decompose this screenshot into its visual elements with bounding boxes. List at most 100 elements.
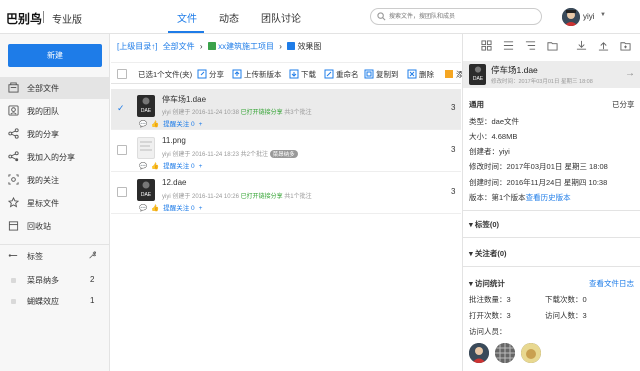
like-icon[interactable]: 👍	[151, 162, 159, 170]
more-button[interactable]: 添	[444, 69, 464, 80]
sidebar-item-starred[interactable]: 星标文件	[0, 192, 110, 214]
file-meta: yiyi 创建于 2016-11-24 18:23 共2个批注 菜昂纳多	[162, 149, 298, 158]
remind-follow[interactable]: 提醒关注 0	[163, 202, 194, 212]
dae-model-icon	[474, 66, 481, 73]
follow-icon	[8, 174, 19, 185]
copy-to-label: 复制到	[376, 70, 399, 79]
sidebar-item-my-team[interactable]: 我的团队	[0, 100, 110, 122]
file-thumbnail	[137, 137, 155, 159]
row-checkbox[interactable]	[117, 187, 127, 197]
row-checkbox[interactable]	[117, 145, 127, 155]
tag-chip[interactable]: 菜昂纳多	[269, 150, 298, 158]
tab-files[interactable]: 文件	[177, 10, 197, 25]
table-row[interactable]: DAE 12.dae yiyi 创建于 2016-11-24 10:26 已打开…	[111, 173, 461, 214]
breadcrumb-project[interactable]: xx建筑施工项目	[218, 42, 274, 51]
divider	[43, 11, 44, 23]
upload-version-label: 上传新版本	[244, 70, 282, 79]
checkmark-icon[interactable]: ✓	[117, 103, 125, 114]
tags-label: 标签	[27, 252, 43, 261]
visitor-avatar[interactable]	[469, 343, 489, 363]
comment-icon[interactable]: 💬	[139, 204, 147, 212]
file-list-panel: [上级目录↑] 全部文件 › xx建筑施工项目 › 效果图 已选1个文件(夹) …	[111, 34, 464, 371]
tag-color-dot	[11, 299, 16, 304]
share-button[interactable]: 分享	[197, 69, 224, 80]
tag-count: 2	[90, 275, 95, 284]
sidebar-item-all-files[interactable]: 全部文件	[0, 77, 110, 99]
row-actions: 💬 👍 提醒关注 0 +	[139, 118, 206, 128]
detail-size: 大小：4.68MB	[469, 132, 518, 141]
upload-icon[interactable]	[598, 40, 609, 51]
user-avatar[interactable]	[562, 8, 580, 26]
arrow-right-icon[interactable]: →	[625, 68, 635, 79]
download-button[interactable]: 下载	[289, 69, 316, 80]
stats-section[interactable]: ▾ 访问统计	[469, 278, 505, 289]
image-preview-icon	[140, 141, 152, 151]
user-name[interactable]: yiyi	[583, 12, 595, 21]
tags-section[interactable]: ▾ 标签(0)	[469, 219, 499, 230]
sidebar-item-trash[interactable]: 回收站	[0, 215, 110, 237]
upload-version-button[interactable]: 上传新版本	[232, 69, 282, 80]
like-icon[interactable]: 👍	[151, 120, 159, 128]
like-icon[interactable]: 👍	[151, 204, 159, 212]
add-icon[interactable]: +	[199, 121, 203, 128]
file-created: yiyi 创建于 2016-11-24 10:26	[162, 194, 239, 200]
download-folder-icon[interactable]	[547, 40, 558, 51]
tag-count: 1	[90, 296, 95, 305]
tab-team-discussion[interactable]: 团队讨论	[261, 10, 301, 25]
grid-view-icon[interactable]	[481, 40, 492, 51]
breadcrumb: [上级目录↑] 全部文件 › xx建筑施工项目 › 效果图	[117, 41, 324, 52]
followers-section[interactable]: ▾ 关注者(0)	[469, 248, 507, 259]
breadcrumb-sep: ›	[199, 42, 203, 51]
remind-follow[interactable]: 提醒关注 0	[163, 118, 194, 128]
share-status: 已打开链接分享	[240, 194, 283, 200]
breadcrumb-up[interactable]: [上级目录↑]	[117, 42, 157, 51]
sidebar-item-my-shares[interactable]: 我的分享	[0, 123, 110, 145]
copy-to-button[interactable]: 复制到	[364, 69, 399, 80]
new-folder-icon[interactable]	[620, 40, 631, 51]
visitor-avatar[interactable]	[495, 343, 515, 363]
divider	[463, 266, 640, 267]
download-label: 下载	[301, 70, 316, 79]
dae-model-icon	[142, 97, 150, 105]
file-thumbnail: DAE	[137, 95, 155, 117]
app-logo[interactable]: 巴别鸟	[6, 10, 42, 27]
list-view-icon[interactable]	[503, 40, 514, 51]
comment-icon[interactable]: 💬	[139, 162, 147, 170]
shared-status: 已分享	[612, 100, 635, 109]
table-row[interactable]: 11.png yiyi 创建于 2016-11-24 18:23 共2个批注 菜…	[111, 131, 461, 172]
file-name[interactable]: 停车场1.dae	[162, 94, 206, 105]
general-section-title: 通用	[469, 100, 484, 109]
remind-follow[interactable]: 提醒关注 0	[163, 160, 194, 170]
star-add-icon	[445, 70, 453, 78]
comment-count: 共1个批注	[284, 194, 312, 200]
select-all-checkbox[interactable]	[117, 69, 127, 79]
version-history-link[interactable]: 查看历史版本	[526, 193, 571, 202]
breadcrumb-all-files[interactable]: 全部文件	[163, 42, 195, 51]
table-row[interactable]: ✓ DAE 停车场1.dae yiyi 创建于 2016-11-24 10:38…	[111, 89, 461, 130]
file-name[interactable]: 12.dae	[162, 178, 186, 187]
search-box[interactable]	[370, 8, 542, 25]
sidebar-tag-item[interactable]: 菜昂纳多 2	[0, 269, 110, 291]
comment-icon[interactable]: 💬	[139, 120, 147, 128]
sidebar-item-joined-shares[interactable]: 我加入的分享	[0, 146, 110, 168]
delete-button[interactable]: 删除	[407, 69, 434, 80]
download-icon[interactable]	[576, 40, 587, 51]
add-icon[interactable]: +	[199, 163, 203, 170]
add-icon[interactable]: +	[199, 205, 203, 212]
search-input[interactable]	[389, 11, 534, 22]
file-log-link[interactable]: 查看文件日志	[589, 278, 634, 289]
chevron-down-icon[interactable]: ▼	[600, 12, 606, 18]
visitor-avatar[interactable]	[521, 343, 541, 363]
sidebar-tag-item[interactable]: 蝴蝶效应 1	[0, 290, 110, 312]
rename-button[interactable]: 重命名	[324, 69, 359, 80]
sidebar-item-my-follows[interactable]: 我的关注	[0, 169, 110, 191]
sidebar-item-label: 星标文件	[27, 199, 59, 208]
wrench-icon[interactable]	[88, 251, 96, 259]
tag-name: 菜昂纳多	[27, 276, 59, 285]
new-button[interactable]: 新建	[8, 44, 102, 67]
sort-icon[interactable]	[525, 40, 536, 51]
sidebar-item-label: 我的关注	[27, 176, 59, 185]
tab-activity[interactable]: 动态	[219, 10, 239, 25]
file-name[interactable]: 11.png	[162, 136, 186, 145]
selected-count: 已选1个文件(夹)	[138, 70, 193, 79]
